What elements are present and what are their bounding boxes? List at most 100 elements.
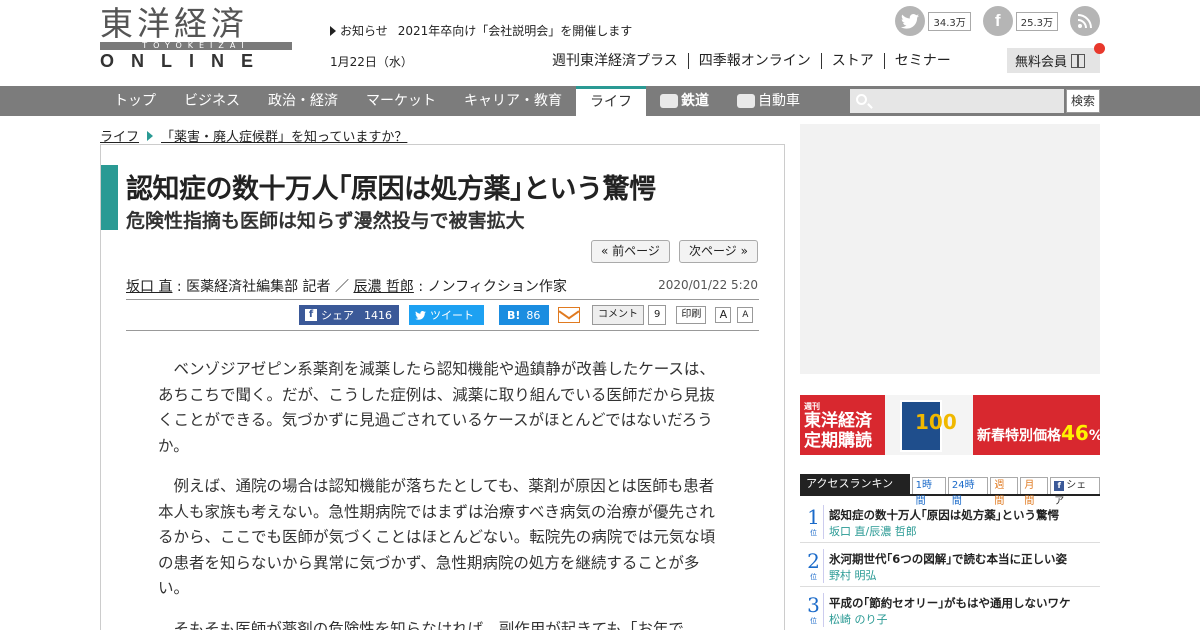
- subnav-shikiho[interactable]: 四季報オンライン: [687, 53, 821, 69]
- article-title: 認知症の数十万人｢原因は処方薬｣という驚愕: [126, 174, 656, 205]
- nav-life[interactable]: ライフ: [576, 86, 646, 116]
- ranking-tab-monthly[interactable]: 月間: [1020, 477, 1049, 507]
- nav-automobile[interactable]: 自動車: [723, 86, 814, 116]
- nav-business[interactable]: ビジネス: [170, 86, 254, 116]
- banner-off: %OFF: [1089, 428, 1100, 444]
- nav-career-education[interactable]: キャリア・教育: [450, 86, 576, 116]
- breadcrumb-section[interactable]: ライフ: [100, 126, 139, 145]
- article-body: ベンゾジアゼピン系薬剤を減薬したら認知機能や過鎮静が改善したケースは、あちこちで…: [158, 357, 728, 630]
- car-icon: [737, 94, 755, 108]
- share-bar: f シェア 1416 ツイート B! 86 コメント 9 印刷 A A: [299, 305, 754, 325]
- subnav-weekly-plus[interactable]: 週刊東洋経済プラス: [552, 53, 688, 69]
- facebook-icon: f: [1054, 481, 1065, 491]
- rank-author[interactable]: 坂口 直/辰濃 哲郎: [829, 523, 917, 539]
- ranking-item[interactable]: 1位 認知症の数十万人｢原因は処方薬｣という驚愕 坂口 直/辰濃 哲郎: [800, 503, 1100, 543]
- rank-number-value: 1: [807, 505, 820, 529]
- hatena-bookmark-button[interactable]: B! 86: [499, 305, 549, 325]
- free-member-button[interactable]: 無料会員: [1007, 48, 1100, 73]
- rank-title[interactable]: 平成の｢節約セオリー｣がもはや通用しないワケ: [829, 595, 1071, 611]
- rank-author[interactable]: 松崎 のり子: [829, 611, 888, 627]
- title-accent-bar: [101, 165, 118, 230]
- ranking-tab-share[interactable]: f シェア: [1050, 477, 1100, 507]
- current-date: 1月22日（水）: [330, 55, 413, 69]
- notice-label: お知らせ: [340, 24, 388, 38]
- rank-suffix: 位: [810, 573, 817, 581]
- author-link[interactable]: 辰濃 哲郎: [353, 279, 413, 295]
- breadcrumb-series[interactable]: 「薬害・廃人症候群」を知っていますか？: [161, 126, 407, 145]
- ranking-tab-1h[interactable]: 1時間: [911, 477, 946, 507]
- tweet-button[interactable]: ツイート: [409, 305, 484, 325]
- twitter-icon[interactable]: [895, 6, 926, 36]
- logo-bar: TOYOKEIZAI: [100, 42, 292, 50]
- font-size-large-button[interactable]: A: [715, 307, 732, 323]
- nav-railway[interactable]: 鉄道: [646, 86, 723, 116]
- facebook-count: 25.3万: [1015, 11, 1058, 31]
- print-button[interactable]: 印刷: [676, 306, 707, 324]
- rank-number-value: 2: [807, 549, 820, 573]
- gift-icon: [1071, 53, 1086, 68]
- search-box: [850, 89, 1064, 113]
- facebook-icon: f: [305, 309, 317, 321]
- subnav-store[interactable]: ストア: [820, 53, 884, 69]
- facebook-share-button[interactable]: f シェア 1416: [299, 305, 399, 325]
- ranking-tab-weekly[interactable]: 週間: [990, 477, 1019, 507]
- logo-kanji: 東洋経済: [100, 4, 248, 43]
- nav-railway-label: 鉄道: [681, 93, 709, 109]
- comment-button[interactable]: コメント: [592, 305, 644, 325]
- nav-market[interactable]: マーケット: [352, 86, 450, 116]
- ad-placeholder[interactable]: [800, 124, 1100, 374]
- notice[interactable]: お知らせ 2021年卒向け「会社説明会」を開催します: [330, 22, 632, 39]
- rank-suffix: 位: [810, 529, 817, 537]
- train-icon: [660, 94, 678, 108]
- author-separator: :: [176, 279, 187, 295]
- author-divider: ／: [334, 279, 354, 295]
- nav-top[interactable]: トップ: [100, 86, 170, 116]
- facebook-share-count: 1416: [364, 308, 392, 322]
- banner-sub: 定期購読: [804, 431, 872, 451]
- publish-date: 2020/01/22 5:20: [658, 278, 758, 292]
- twitter-icon: [415, 310, 426, 320]
- banner-magazine: 週刊: [804, 402, 820, 411]
- rank-title[interactable]: 氷河期世代｢6つの図解｣で読む本当に正しい姿: [829, 551, 1067, 567]
- author-role: 医薬経済社編集部 記者: [186, 279, 331, 295]
- sub-navigation: 週刊東洋経済プラス 四季報オンライン ストア セミナー: [552, 53, 961, 69]
- rank-number: 1位: [804, 505, 824, 539]
- subnav-seminar[interactable]: セミナー: [883, 53, 961, 69]
- rank-author[interactable]: 野村 明弘: [829, 567, 877, 583]
- site-logo[interactable]: 東洋経済 TOYOKEIZAI ONLINE: [100, 6, 292, 72]
- mail-icon[interactable]: [558, 307, 580, 323]
- rank-suffix: 位: [810, 617, 817, 625]
- rss-icon[interactable]: [1070, 6, 1100, 36]
- paragraph: そもそも医師が薬剤の危険性を知らなければ、副作用が起きても「お年で: [173, 619, 684, 630]
- subscription-banner[interactable]: 週刊 東洋経済 定期購読 100 新春特別価格46%OFF: [800, 395, 1100, 455]
- banner-brand: 週刊 東洋経済 定期購読: [804, 402, 872, 452]
- ranking-item[interactable]: 3位 平成の｢節約セオリー｣がもはや通用しないワケ 松崎 のり子: [800, 591, 1100, 630]
- rank-title[interactable]: 認知症の数十万人｢原因は処方薬｣という驚愕: [829, 507, 1059, 523]
- ranking-item[interactable]: 2位 氷河期世代｢6つの図解｣で読む本当に正しい姿 野村 明弘: [800, 547, 1100, 587]
- notice-link[interactable]: 2021年卒向け「会社説明会」を開催します: [398, 22, 633, 39]
- nav-politics-economy[interactable]: 政治・経済: [254, 86, 352, 116]
- twitter-count: 34.3万: [928, 11, 971, 31]
- search-icon: [856, 94, 867, 105]
- ranking-title: アクセスランキング: [800, 474, 910, 510]
- rank-number: 2位: [804, 549, 824, 583]
- article-subtitle: 危険性指摘も医師は知らず漫然投与で被害拡大: [126, 210, 525, 232]
- social-follow: 34.3万 f 25.3万: [895, 6, 1100, 36]
- byline: 坂口 直 : 医薬経済社編集部 記者 ／ 辰濃 哲郎 : ノンフィクション作家: [126, 276, 567, 296]
- author-link[interactable]: 坂口 直: [126, 279, 172, 295]
- member-label: 無料会員: [1015, 55, 1068, 70]
- font-size-small-button[interactable]: A: [737, 307, 754, 323]
- rank-number: 3位: [804, 593, 824, 627]
- next-page-button[interactable]: 次ページ »: [679, 240, 758, 263]
- prev-page-button[interactable]: « 前ページ: [591, 240, 670, 263]
- banner-offer-label: 新春特別価格: [977, 428, 1061, 444]
- ranking-tab-24h[interactable]: 24時間: [947, 477, 989, 507]
- tweet-label: ツイート: [430, 309, 474, 322]
- facebook-icon[interactable]: f: [982, 6, 1013, 36]
- divider: [126, 330, 759, 331]
- search-input[interactable]: [874, 91, 1060, 111]
- paragraph: ベンゾジアゼピン系薬剤を減薬したら認知機能や過鎮静が改善したケースは、あちこちで…: [158, 360, 715, 455]
- banner-offer: 新春特別価格46%OFF: [977, 421, 1100, 445]
- breadcrumb: ライフ 「薬害・廃人症候群」を知っていますか？: [100, 126, 407, 145]
- search-button[interactable]: 検索: [1066, 89, 1100, 113]
